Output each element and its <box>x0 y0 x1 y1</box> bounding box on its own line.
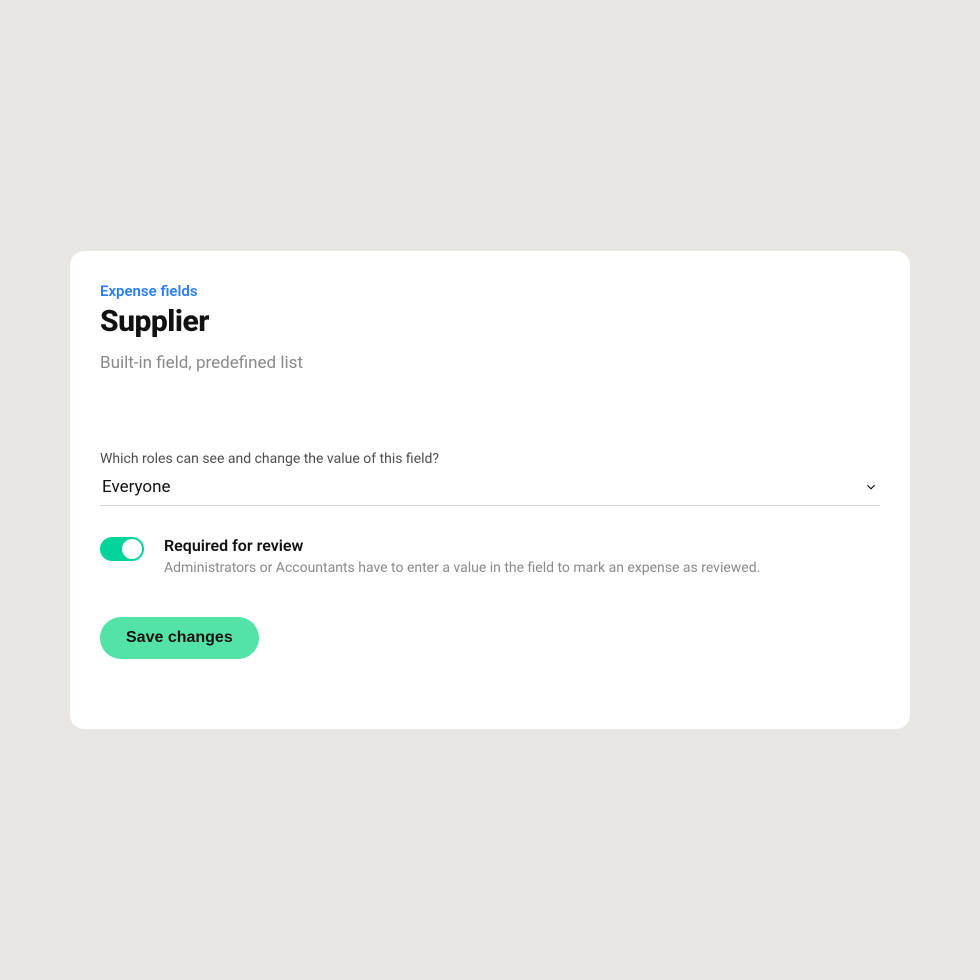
required-toggle-block: Required for review Administrators or Ac… <box>100 536 880 577</box>
required-toggle-description: Administrators or Accountants have to en… <box>164 559 760 577</box>
spacer <box>100 373 880 451</box>
save-button[interactable]: Save changes <box>100 617 259 659</box>
required-toggle-text: Required for review Administrators or Ac… <box>164 536 760 577</box>
chevron-down-icon <box>864 480 878 494</box>
field-type-subtitle: Built-in field, predefined list <box>100 353 880 373</box>
settings-card: Expense fields Supplier Built-in field, … <box>70 251 910 729</box>
roles-select[interactable]: Everyone <box>100 473 880 506</box>
roles-select-value: Everyone <box>102 477 171 497</box>
roles-field-label: Which roles can see and change the value… <box>100 451 880 467</box>
required-toggle-title: Required for review <box>164 536 760 555</box>
page-title: Supplier <box>100 304 880 339</box>
required-toggle[interactable] <box>100 537 144 561</box>
breadcrumb-expense-fields[interactable]: Expense fields <box>100 282 198 300</box>
